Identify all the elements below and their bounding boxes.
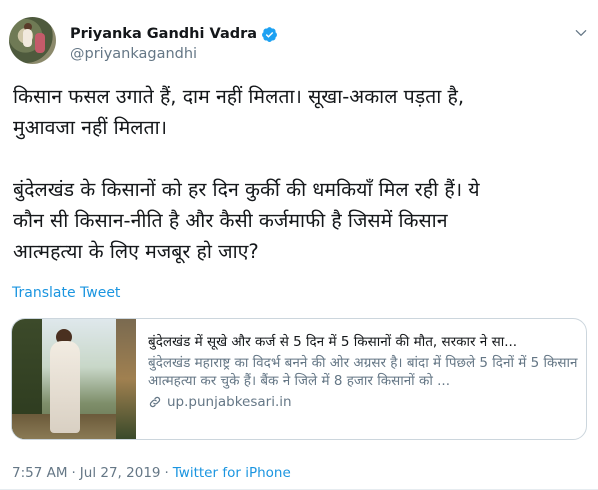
verified-badge-icon (262, 26, 277, 42)
card-thumbnail (12, 319, 136, 439)
tweet-text: किसान फसल उगाते हैं, दाम नहीं मिलता। सूख… (13, 85, 480, 263)
tweet-time[interactable]: 7:57 AM (12, 465, 68, 481)
translate-tweet-link[interactable]: Translate Tweet (12, 285, 120, 301)
card-description: बुंदेलखंड महाराष्ट्र का विदर्भ बनने की ओ… (148, 355, 578, 389)
card-title: बुंदेलखंड में सूखे और कर्ज से 5 दिन में … (148, 334, 518, 350)
link-preview-card[interactable]: बुंदेलखंड में सूखे और कर्ज से 5 दिन में … (11, 318, 587, 440)
card-domain-text: up.punjabkesari.in (167, 394, 292, 410)
tweet-client-link[interactable]: Twitter for iPhone (173, 465, 291, 481)
link-icon (149, 396, 161, 408)
chevron-down-icon[interactable] (574, 26, 588, 40)
tweet-date[interactable]: Jul 27, 2019 (80, 465, 161, 481)
card-domain: up.punjabkesari.in (148, 394, 578, 410)
avatar[interactable] (9, 17, 56, 64)
tweet: Priyanka Gandhi Vadra @priyankagandhi कि… (0, 0, 598, 490)
author-name-row[interactable]: Priyanka Gandhi Vadra (70, 24, 278, 44)
display-name[interactable]: Priyanka Gandhi Vadra (70, 26, 257, 42)
handle[interactable]: @priyankagandhi (70, 46, 197, 62)
tweet-metadata: 7:57 AM · Jul 27, 2019 · Twitter for iPh… (12, 465, 291, 481)
